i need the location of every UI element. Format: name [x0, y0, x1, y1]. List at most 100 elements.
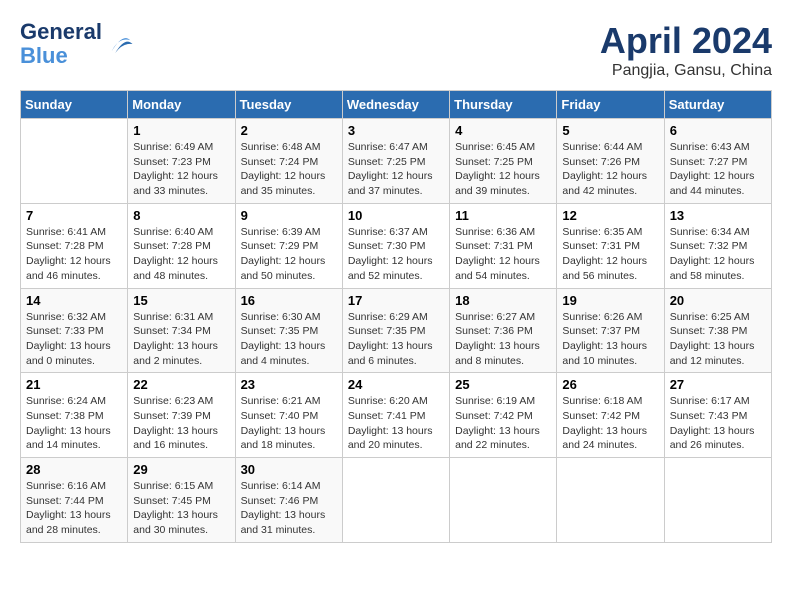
- calendar-table: SundayMondayTuesdayWednesdayThursdayFrid…: [20, 90, 772, 543]
- calendar-cell: 27 Sunrise: 6:17 AMSunset: 7:43 PMDayligh…: [664, 373, 771, 458]
- header-friday: Friday: [557, 91, 664, 119]
- day-number: 4: [455, 123, 551, 138]
- day-number: 17: [348, 293, 444, 308]
- calendar-cell: 4 Sunrise: 6:45 AMSunset: 7:25 PMDaylight…: [450, 119, 557, 204]
- header-sunday: Sunday: [21, 91, 128, 119]
- day-number: 11: [455, 208, 551, 223]
- day-info: Sunrise: 6:35 AMSunset: 7:31 PMDaylight:…: [562, 225, 658, 284]
- day-number: 25: [455, 377, 551, 392]
- calendar-week-row: 21 Sunrise: 6:24 AMSunset: 7:38 PMDayligh…: [21, 373, 772, 458]
- main-title: April 2024: [600, 20, 772, 62]
- calendar-cell: 7 Sunrise: 6:41 AMSunset: 7:28 PMDaylight…: [21, 203, 128, 288]
- day-number: 30: [241, 462, 337, 477]
- day-info: Sunrise: 6:31 AMSunset: 7:34 PMDaylight:…: [133, 310, 229, 369]
- day-info: Sunrise: 6:43 AMSunset: 7:27 PMDaylight:…: [670, 140, 766, 199]
- calendar-cell: 12 Sunrise: 6:35 AMSunset: 7:31 PMDayligh…: [557, 203, 664, 288]
- day-info: Sunrise: 6:14 AMSunset: 7:46 PMDaylight:…: [241, 479, 337, 538]
- day-number: 21: [26, 377, 122, 392]
- calendar-cell: [557, 458, 664, 543]
- day-info: Sunrise: 6:20 AMSunset: 7:41 PMDaylight:…: [348, 394, 444, 453]
- calendar-cell: 22 Sunrise: 6:23 AMSunset: 7:39 PMDayligh…: [128, 373, 235, 458]
- header-thursday: Thursday: [450, 91, 557, 119]
- calendar-cell: 16 Sunrise: 6:30 AMSunset: 7:35 PMDayligh…: [235, 288, 342, 373]
- day-number: 12: [562, 208, 658, 223]
- day-number: 6: [670, 123, 766, 138]
- day-number: 1: [133, 123, 229, 138]
- sub-title: Pangjia, Gansu, China: [600, 62, 772, 80]
- day-number: 7: [26, 208, 122, 223]
- day-number: 13: [670, 208, 766, 223]
- logo-text: General Blue: [20, 20, 102, 68]
- calendar-cell: 30 Sunrise: 6:14 AMSunset: 7:46 PMDayligh…: [235, 458, 342, 543]
- day-info: Sunrise: 6:30 AMSunset: 7:35 PMDaylight:…: [241, 310, 337, 369]
- day-info: Sunrise: 6:27 AMSunset: 7:36 PMDaylight:…: [455, 310, 551, 369]
- calendar-cell: 26Sunrise: 6:18 AMSunset: 7:42 PMDayligh…: [557, 373, 664, 458]
- logo-line2: Blue: [20, 43, 68, 68]
- header-wednesday: Wednesday: [342, 91, 449, 119]
- day-info: Sunrise: 6:44 AMSunset: 7:26 PMDaylight:…: [562, 140, 658, 199]
- calendar-cell: 15Sunrise: 6:31 AMSunset: 7:34 PMDayligh…: [128, 288, 235, 373]
- title-block: April 2024 Pangjia, Gansu, China: [600, 20, 772, 80]
- day-number: 27: [670, 377, 766, 392]
- header-monday: Monday: [128, 91, 235, 119]
- day-info: Sunrise: 6:36 AMSunset: 7:31 PMDaylight:…: [455, 225, 551, 284]
- day-info: Sunrise: 6:26 AMSunset: 7:37 PMDaylight:…: [562, 310, 658, 369]
- day-info: Sunrise: 6:17 AMSunset: 7:43 PMDaylight:…: [670, 394, 766, 453]
- calendar-cell: 24Sunrise: 6:20 AMSunset: 7:41 PMDayligh…: [342, 373, 449, 458]
- day-number: 9: [241, 208, 337, 223]
- calendar-cell: 17 Sunrise: 6:29 AMSunset: 7:35 PMDayligh…: [342, 288, 449, 373]
- calendar-cell: 28 Sunrise: 6:16 AMSunset: 7:44 PMDayligh…: [21, 458, 128, 543]
- calendar-week-row: 1 Sunrise: 6:49 AMSunset: 7:23 PMDaylight…: [21, 119, 772, 204]
- day-number: 8: [133, 208, 229, 223]
- calendar-cell: 9 Sunrise: 6:39 AMSunset: 7:29 PMDaylight…: [235, 203, 342, 288]
- logo-line1: General: [20, 19, 102, 44]
- page-header: General Blue April 2024 Pangjia, Gansu, …: [20, 20, 772, 80]
- day-number: 28: [26, 462, 122, 477]
- calendar-cell: 20Sunrise: 6:25 AMSunset: 7:38 PMDayligh…: [664, 288, 771, 373]
- calendar-cell: 29Sunrise: 6:15 AMSunset: 7:45 PMDayligh…: [128, 458, 235, 543]
- day-info: Sunrise: 6:29 AMSunset: 7:35 PMDaylight:…: [348, 310, 444, 369]
- header-tuesday: Tuesday: [235, 91, 342, 119]
- day-info: Sunrise: 6:37 AMSunset: 7:30 PMDaylight:…: [348, 225, 444, 284]
- day-info: Sunrise: 6:19 AMSunset: 7:42 PMDaylight:…: [455, 394, 551, 453]
- day-info: Sunrise: 6:47 AMSunset: 7:25 PMDaylight:…: [348, 140, 444, 199]
- calendar-cell: 19 Sunrise: 6:26 AMSunset: 7:37 PMDayligh…: [557, 288, 664, 373]
- day-info: Sunrise: 6:24 AMSunset: 7:38 PMDaylight:…: [26, 394, 122, 453]
- calendar-cell: 18 Sunrise: 6:27 AMSunset: 7:36 PMDayligh…: [450, 288, 557, 373]
- day-info: Sunrise: 6:21 AMSunset: 7:40 PMDaylight:…: [241, 394, 337, 453]
- day-number: 20: [670, 293, 766, 308]
- day-number: 16: [241, 293, 337, 308]
- calendar-cell: 21 Sunrise: 6:24 AMSunset: 7:38 PMDayligh…: [21, 373, 128, 458]
- calendar-cell: 8 Sunrise: 6:40 AMSunset: 7:28 PMDaylight…: [128, 203, 235, 288]
- day-number: 3: [348, 123, 444, 138]
- day-info: Sunrise: 6:39 AMSunset: 7:29 PMDaylight:…: [241, 225, 337, 284]
- day-number: 29: [133, 462, 229, 477]
- day-number: 10: [348, 208, 444, 223]
- day-number: 23: [241, 377, 337, 392]
- calendar-week-row: 7 Sunrise: 6:41 AMSunset: 7:28 PMDaylight…: [21, 203, 772, 288]
- calendar-week-row: 14Sunrise: 6:32 AMSunset: 7:33 PMDayligh…: [21, 288, 772, 373]
- calendar-header-row: SundayMondayTuesdayWednesdayThursdayFrid…: [21, 91, 772, 119]
- day-info: Sunrise: 6:41 AMSunset: 7:28 PMDaylight:…: [26, 225, 122, 284]
- day-number: 22: [133, 377, 229, 392]
- day-number: 2: [241, 123, 337, 138]
- calendar-cell: 5Sunrise: 6:44 AMSunset: 7:26 PMDaylight…: [557, 119, 664, 204]
- day-number: 26: [562, 377, 658, 392]
- calendar-cell: [450, 458, 557, 543]
- calendar-cell: 6 Sunrise: 6:43 AMSunset: 7:27 PMDaylight…: [664, 119, 771, 204]
- day-info: Sunrise: 6:32 AMSunset: 7:33 PMDaylight:…: [26, 310, 122, 369]
- day-info: Sunrise: 6:16 AMSunset: 7:44 PMDaylight:…: [26, 479, 122, 538]
- day-info: Sunrise: 6:23 AMSunset: 7:39 PMDaylight:…: [133, 394, 229, 453]
- day-info: Sunrise: 6:34 AMSunset: 7:32 PMDaylight:…: [670, 225, 766, 284]
- logo-icon: [104, 29, 134, 59]
- day-number: 19: [562, 293, 658, 308]
- day-number: 18: [455, 293, 551, 308]
- calendar-cell: [21, 119, 128, 204]
- calendar-cell: 23 Sunrise: 6:21 AMSunset: 7:40 PMDayligh…: [235, 373, 342, 458]
- logo: General Blue: [20, 20, 134, 68]
- day-info: Sunrise: 6:45 AMSunset: 7:25 PMDaylight:…: [455, 140, 551, 199]
- day-info: Sunrise: 6:49 AMSunset: 7:23 PMDaylight:…: [133, 140, 229, 199]
- calendar-cell: 10 Sunrise: 6:37 AMSunset: 7:30 PMDayligh…: [342, 203, 449, 288]
- calendar-cell: 14Sunrise: 6:32 AMSunset: 7:33 PMDayligh…: [21, 288, 128, 373]
- day-info: Sunrise: 6:40 AMSunset: 7:28 PMDaylight:…: [133, 225, 229, 284]
